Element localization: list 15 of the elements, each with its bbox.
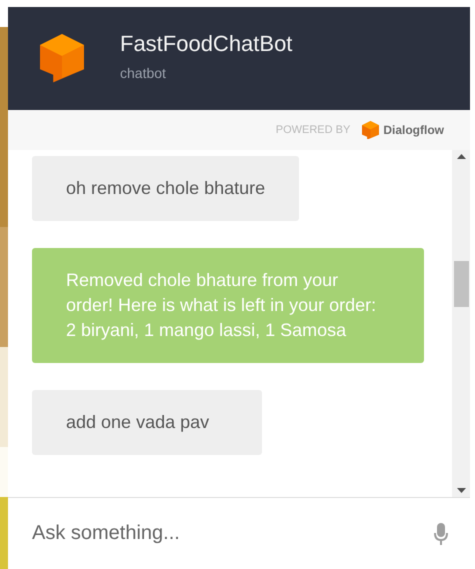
dialogflow-logo-icon	[362, 120, 380, 140]
bot-message: Removed chole bhature from your order! Here is what is left in your order: 2 biryani, 1 mango lassi, 1 Samosa	[32, 248, 424, 363]
scrollbar[interactable]	[452, 150, 470, 497]
user-message: add one vada pav	[32, 390, 262, 455]
scroll-up-icon[interactable]	[456, 154, 466, 159]
powered-by-label: POWERED BY	[276, 124, 350, 136]
microphone-icon[interactable]	[434, 522, 448, 544]
scroll-down-icon[interactable]	[456, 488, 466, 493]
user-message: oh remove chole bhature	[32, 156, 300, 221]
message-input[interactable]: Ask something...	[30, 521, 434, 546]
scroll-thumb[interactable]	[454, 260, 468, 306]
bot-subtitle: chatbot	[120, 64, 167, 80]
chat-cube-logo-icon	[40, 34, 84, 83]
bot-title: FastFoodChatBot	[120, 30, 292, 56]
brand-name: Dialogflow	[383, 123, 444, 137]
